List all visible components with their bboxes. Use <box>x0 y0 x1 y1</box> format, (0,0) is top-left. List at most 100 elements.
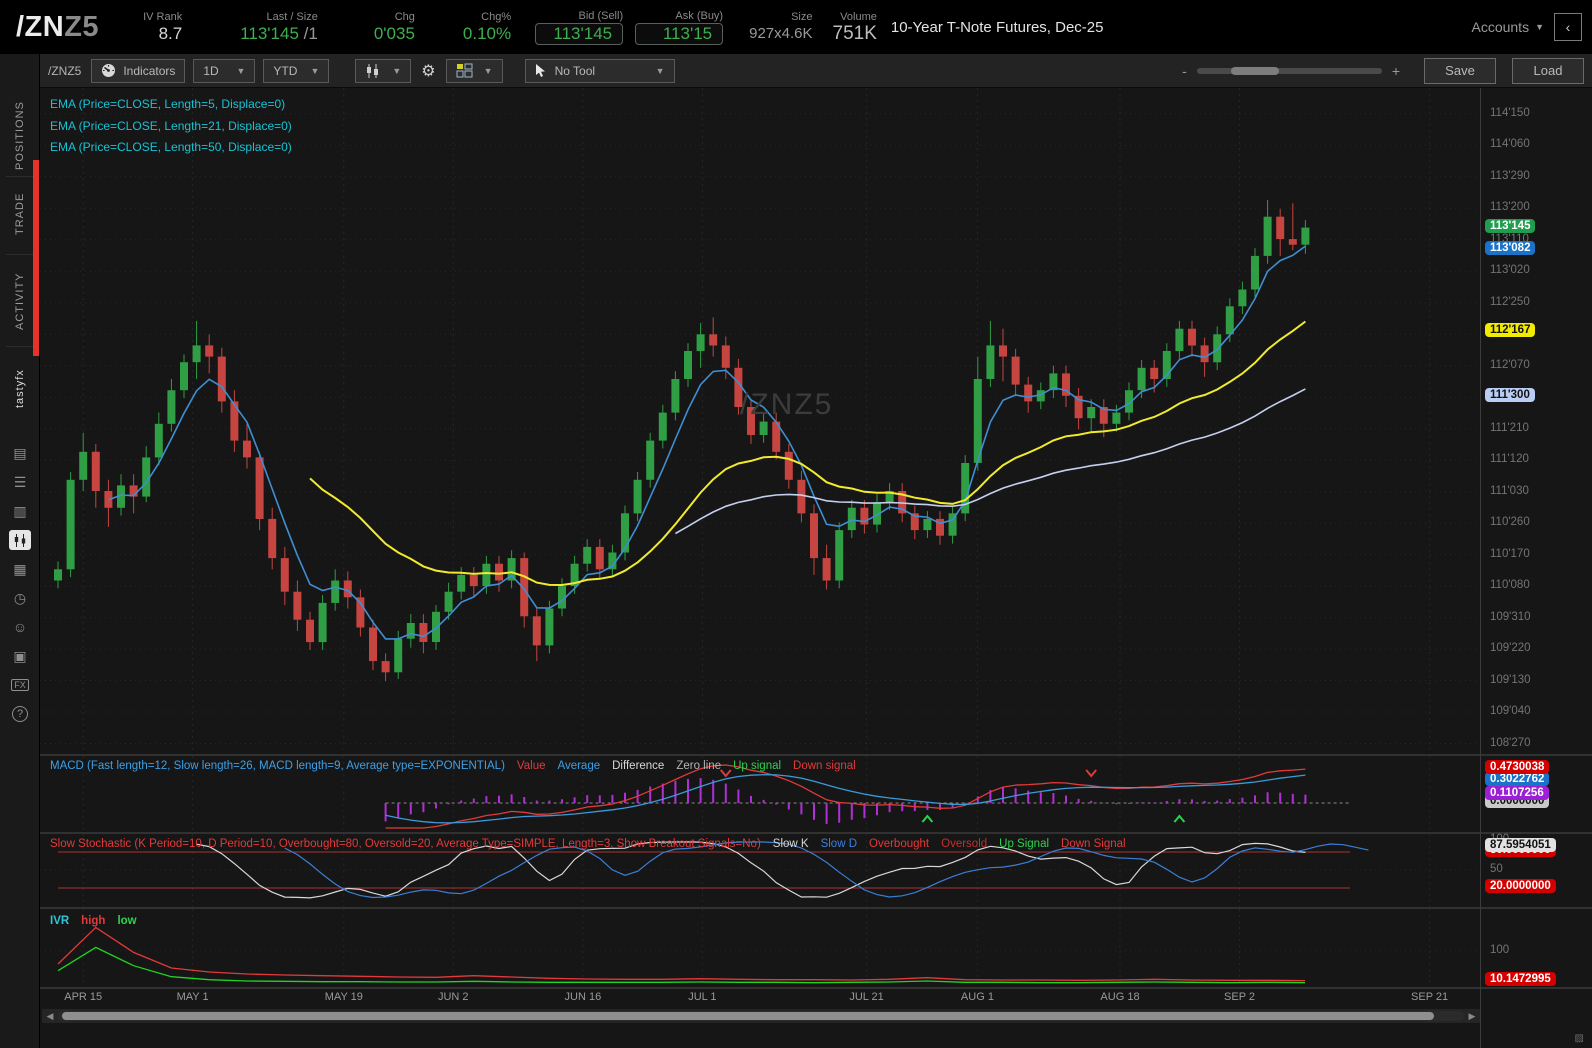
collapse-panel-button[interactable]: ‹ <box>1554 13 1582 41</box>
cursor-icon <box>535 63 545 77</box>
legend-item: Average <box>557 760 601 772</box>
ivr-legend[interactable]: IVR high low <box>50 915 137 927</box>
x-axis-label: SEP 2 <box>1224 991 1256 1003</box>
legend-item: Zero line <box>676 760 722 772</box>
x-axis-label: APR 15 <box>64 991 103 1003</box>
ema21-legend-line[interactable]: EMA (Price=CLOSE, Length=21, Displace=0) <box>50 116 292 138</box>
axis-price-badge: 113'145 <box>1485 218 1536 233</box>
legend-item: Slow Stochastic (K Period=10, D Period=1… <box>50 838 761 850</box>
candlestick-icon <box>367 63 379 78</box>
x-axis-label: JUL 21 <box>849 991 884 1003</box>
bid-button[interactable]: 113'145 <box>535 22 624 45</box>
history-icon[interactable]: ◷ <box>0 585 40 611</box>
iv-rank-field: IV Rank 8.7 <box>143 11 182 44</box>
zoom-slider[interactable] <box>1196 66 1382 75</box>
axis-tick: 109'130 <box>1490 673 1531 686</box>
axis-tick: 108'270 <box>1490 736 1531 749</box>
axis-tick: 112'250 <box>1490 295 1530 308</box>
layout-dropdown[interactable]: ▼ <box>445 58 503 83</box>
save-button[interactable]: Save <box>1424 57 1496 84</box>
macd-legend[interactable]: MACD (Fast length=12, Slow length=26, MA… <box>50 760 856 772</box>
stochastic-legend[interactable]: Slow Stochastic (K Period=10, D Period=1… <box>50 838 1126 850</box>
chevron-down-icon: ▼ <box>1535 22 1544 32</box>
futures-fx-icon[interactable]: FX <box>0 672 40 698</box>
ask-button[interactable]: 113'15 <box>635 22 724 45</box>
axis-tick: 110'170 <box>1490 547 1530 560</box>
chg-value: 0'035 <box>373 23 415 43</box>
axis-tick: 113'290 <box>1490 169 1530 182</box>
scrollbar-thumb[interactable] <box>62 1012 1434 1020</box>
x-axis-label: MAY 1 <box>176 991 209 1003</box>
x-axis-label: JUN 16 <box>564 991 602 1003</box>
zoom-slider-handle[interactable] <box>1230 66 1279 75</box>
chevron-left-icon: ‹ <box>1565 19 1571 35</box>
legend-item: Slow D <box>820 838 858 850</box>
chevron-down-icon: ▼ <box>310 65 320 76</box>
chg-field: Chg 0'035 <box>373 10 415 43</box>
load-button[interactable]: Load <box>1512 57 1584 84</box>
apps-grid-icon[interactable]: ▦ <box>0 556 40 582</box>
last-size-field: Last / Size 113'145 /1 <box>240 10 318 43</box>
sidebar-tab-tastyfx[interactable]: tastyfx <box>0 356 40 422</box>
price-axis[interactable]: 114'150 114'060 113'290 113'200 113'110 113'0… <box>1480 88 1592 1048</box>
legend-item: Down Signal <box>1061 838 1126 850</box>
axis-tick: 109'220 <box>1490 642 1531 655</box>
chart-scrollbar[interactable]: ◀ ▶ <box>42 1009 1480 1023</box>
help-icon[interactable]: ? <box>0 701 40 727</box>
scrollbar-track[interactable] <box>58 1011 1464 1021</box>
legend-item: Difference <box>612 760 665 772</box>
size-field: Size 927x4.6K <box>749 10 813 42</box>
active-tab-indicator <box>33 160 39 356</box>
x-axis-label: AUG 18 <box>1100 991 1140 1003</box>
axis-price-badge: 0.3022762 <box>1485 772 1550 787</box>
legend-item: Up Signal <box>999 838 1050 850</box>
symbol-title: /ZNZ5 <box>16 10 100 43</box>
x-axis-label: MAY 19 <box>324 991 363 1003</box>
volume-value: 751K <box>832 22 877 44</box>
zoom-in-button[interactable]: + <box>1392 63 1400 79</box>
ema50-legend-line[interactable]: EMA (Price=CLOSE, Length=50, Displace=0) <box>50 137 292 159</box>
accounts-menu[interactable]: Accounts ▼ <box>1471 19 1544 35</box>
instrument-description: 10-Year T-Note Futures, Dec-25 <box>890 18 1104 36</box>
orders-icon[interactable]: ▥ <box>0 498 40 524</box>
last-size: /1 <box>298 23 318 43</box>
chart-settings-button[interactable]: ⚙ <box>419 61 437 81</box>
chart-icon[interactable] <box>0 527 40 553</box>
legend-item: Down signal <box>793 760 856 772</box>
last-price: 113'145 <box>240 23 299 43</box>
axis-price-badge: 113'082 <box>1485 240 1536 255</box>
scroll-left-arrow[interactable]: ◀ <box>42 1009 58 1023</box>
axis-tick: 114'150 <box>1490 106 1530 119</box>
chart-style-dropdown[interactable]: ▼ <box>355 58 412 83</box>
iv-rank-label: IV Rank <box>143 10 183 23</box>
timeframe-dropdown[interactable]: 1D ▼ <box>193 58 256 83</box>
axis-price-badge: 112'167 <box>1485 322 1536 337</box>
chevron-down-icon: ▼ <box>483 65 493 76</box>
iv-rank-value: 8.7 <box>158 23 183 43</box>
legend-item: low <box>117 915 137 927</box>
follow-traders-icon[interactable]: ☺ <box>0 614 40 640</box>
axis-price-badge: 10.1472995 <box>1485 971 1556 986</box>
axis-tick: 113'020 <box>1490 264 1530 277</box>
ivr-pane-canvas[interactable] <box>40 909 1480 989</box>
watchlist-icon[interactable]: ☰ <box>0 469 40 495</box>
volume-field: Volume 751K <box>832 10 877 44</box>
ema-legend: EMA (Price=CLOSE, Length=5, Displace=0) … <box>50 94 292 159</box>
chg-pct-value: 0.10% <box>462 23 512 43</box>
gear-icon: ⚙ <box>421 62 436 80</box>
journal-icon[interactable]: ▤ <box>0 440 40 466</box>
axis-price-badge: 0.4730038 <box>1485 759 1550 774</box>
axis-price-badge: 20.0000000 <box>1485 879 1556 893</box>
axis-price-badge: 111'300 <box>1485 388 1535 403</box>
zoom-out-button[interactable]: - <box>1182 63 1187 79</box>
calendar-icon[interactable]: ▣ <box>0 643 40 669</box>
chg-pct-field: Chg% 0.10% <box>462 10 512 43</box>
scroll-right-arrow[interactable]: ▶ <box>1464 1009 1480 1023</box>
drawing-tool-dropdown[interactable]: No Tool ▼ <box>524 58 675 83</box>
x-axis: APR 15 MAY 1 MAY 19 JUN 2 JUN 16 JUL 1 JUL 21 A… <box>40 989 1480 1007</box>
ema5-legend-line[interactable]: EMA (Price=CLOSE, Length=5, Displace=0) <box>50 94 292 116</box>
left-sidebar: POSITIONS TRADE ACTIVITY tastyfx ▤ ☰ ▥ ▦ ◷ ☺ ▣… <box>0 54 40 1048</box>
indicators-button[interactable]: Indicators <box>91 58 186 83</box>
range-dropdown[interactable]: YTD ▼ <box>263 58 330 83</box>
axis-tick: 109'310 <box>1490 610 1531 623</box>
